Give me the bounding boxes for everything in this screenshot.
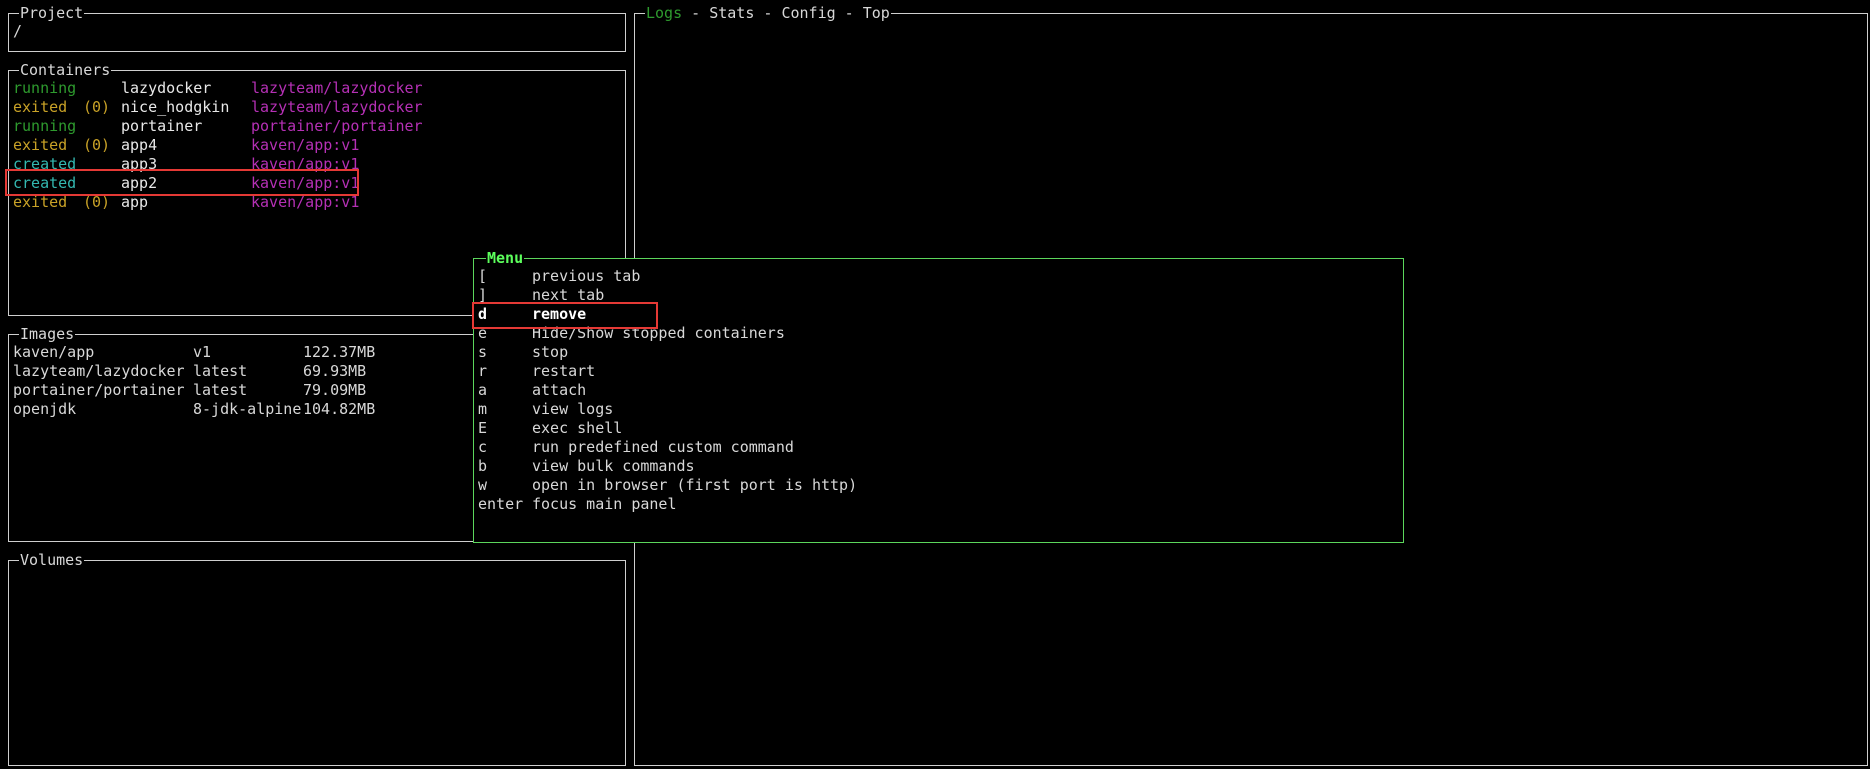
images-panel-title: Images xyxy=(19,325,76,343)
image-size: 79.09MB xyxy=(303,381,367,399)
menu-item[interactable]: b view bulk commands xyxy=(478,457,1378,476)
menu-item-label: previous tab xyxy=(532,267,641,285)
container-row[interactable]: exited (0) app4 kaven/app:v1 xyxy=(13,136,613,155)
container-exit-code: (0) xyxy=(83,136,111,154)
menu-item-key: b xyxy=(478,457,488,475)
container-image: lazyteam/lazydocker xyxy=(251,79,423,97)
container-name: app4 xyxy=(121,136,158,154)
menu-item-label: exec shell xyxy=(532,419,623,437)
image-tag: latest xyxy=(193,362,248,380)
image-tag: v1 xyxy=(193,343,212,361)
selected-container-highlight xyxy=(5,169,359,196)
menu-item-label: focus main panel xyxy=(532,495,677,513)
container-name: lazydocker xyxy=(121,79,212,97)
remove-item-highlight xyxy=(472,302,658,329)
menu-popup[interactable]: Menu [previous tab] next tab d remove e Hide/… xyxy=(473,249,1404,543)
container-image: kaven/app:v1 xyxy=(251,136,360,154)
menu-item-key: a xyxy=(478,381,488,399)
image-name: openjdk xyxy=(13,400,77,418)
menu-item-label: stop xyxy=(532,343,569,361)
image-size: 122.37MB xyxy=(303,343,376,361)
menu-item[interactable]: enter focus main panel xyxy=(478,495,1378,514)
container-image: portainer/portainer xyxy=(251,117,423,135)
image-size: 104.82MB xyxy=(303,400,376,418)
menu-item-key: m xyxy=(478,400,488,418)
main-tabs: Logs - Stats - Config - Top xyxy=(645,4,891,22)
image-tag: 8-jdk-alpine xyxy=(193,400,302,418)
containers-panel-title: Containers xyxy=(19,61,112,79)
menu-title: Menu xyxy=(486,249,525,267)
tab-separator: - xyxy=(835,4,863,22)
menu-item[interactable]: m view logs xyxy=(478,400,1378,419)
menu-item-label: view logs xyxy=(532,400,614,418)
menu-item-label: restart xyxy=(532,362,596,380)
container-status: exited xyxy=(13,98,68,116)
menu-item-key: w xyxy=(478,476,488,494)
image-size: 69.93MB xyxy=(303,362,367,380)
menu-item-label: run predefined custom command xyxy=(532,438,794,456)
menu-item-label: attach xyxy=(532,381,587,399)
image-name: portainer/portainer xyxy=(13,381,185,399)
volumes-panel[interactable]: Volumes xyxy=(8,551,626,766)
project-panel-title: Project xyxy=(19,4,85,22)
menu-item[interactable]: w open in browser (first port is http) xyxy=(478,476,1378,495)
tab-top[interactable]: Top xyxy=(863,4,890,22)
container-image: lazyteam/lazydocker xyxy=(251,98,423,116)
menu-item-key: enter xyxy=(478,495,524,513)
volumes-panel-title: Volumes xyxy=(19,551,85,569)
menu-item[interactable]: s stop xyxy=(478,343,1378,362)
container-row[interactable]: running portainer portainer/portainer xyxy=(13,117,613,136)
menu-item-key: c xyxy=(478,438,488,456)
tab-logs[interactable]: Logs xyxy=(646,4,682,22)
tab-separator: - xyxy=(754,4,782,22)
container-name: nice_hodgkin xyxy=(121,98,230,116)
project-panel[interactable]: Project / xyxy=(8,4,626,52)
image-tag: latest xyxy=(193,381,248,399)
menu-item-key: r xyxy=(478,362,488,380)
project-path: / xyxy=(13,22,23,40)
menu-item[interactable]: c run predefined custom command xyxy=(478,438,1378,457)
container-name: portainer xyxy=(121,117,203,135)
tab-separator: - xyxy=(682,4,710,22)
container-exit-code: (0) xyxy=(83,98,111,116)
menu-item-label: open in browser (first port is http) xyxy=(532,476,858,494)
container-status: exited xyxy=(13,136,68,154)
tab-config[interactable]: Config xyxy=(781,4,835,22)
menu-item[interactable]: Eexec shell xyxy=(478,419,1378,438)
menu-item[interactable]: r restart xyxy=(478,362,1378,381)
container-status: running xyxy=(13,117,77,135)
container-row[interactable]: running lazydocker lazyteam/lazydocker xyxy=(13,79,613,98)
image-name: lazyteam/lazydocker xyxy=(13,362,185,380)
menu-item-key: E xyxy=(478,419,488,437)
menu-item-key: [ xyxy=(478,267,488,285)
container-status: running xyxy=(13,79,77,97)
menu-item[interactable]: a attach xyxy=(478,381,1378,400)
menu-item-key: s xyxy=(478,343,488,361)
menu-item-label: view bulk commands xyxy=(532,457,695,475)
image-name: kaven/app xyxy=(13,343,95,361)
menu-item[interactable]: [ previous tab xyxy=(478,267,1378,286)
tab-stats[interactable]: Stats xyxy=(709,4,754,22)
container-row[interactable]: exited (0) nice_hodgkin lazyteam/lazydocker xyxy=(13,98,613,117)
